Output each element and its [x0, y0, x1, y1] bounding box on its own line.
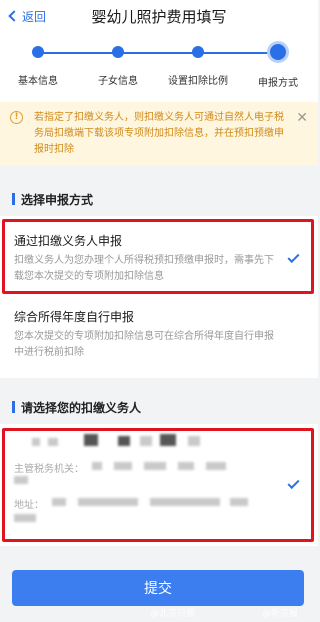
step-label: 申报方式 [258, 78, 298, 89]
section-heading-text: 选择申报方式 [21, 192, 94, 207]
progress-stepper: 基本信息 子女信息 设置扣除比例 申报方式 [0, 32, 318, 102]
step-dot-active [270, 44, 286, 60]
option-annual-self-filing[interactable]: 综合所得年度自行申报 您本次提交的专项附加扣除信息可在综合所得年度自行申报中进行… [14, 308, 278, 361]
watermark-text: @新京报 [262, 609, 299, 619]
step-filing-method: 申报方式 [238, 44, 318, 89]
section-heading-method: 选择申报方式 [0, 184, 318, 214]
submit-button[interactable]: 提交 [12, 570, 304, 606]
step-dot [112, 46, 124, 58]
section-heading-text: 请选择您的扣缴义务人 [21, 400, 142, 415]
heading-accent-bar [12, 193, 15, 205]
step-label: 设置扣除比例 [168, 76, 228, 87]
heading-accent-bar [12, 401, 15, 413]
highlight-box-method [2, 219, 314, 294]
step-dot [32, 46, 44, 58]
notice-text: 若指定了扣缴义务人，则扣缴义务人可通过自然人电子税务局扣缴端下载该项专项附加扣除… [34, 112, 284, 155]
step-deduction-ratio: 设置扣除比例 [158, 46, 238, 87]
page-title: 婴幼儿照护费用填写 [91, 8, 227, 26]
highlight-box-agent [2, 428, 314, 542]
watermark-text: @北京日报 [150, 609, 196, 619]
step-dot [192, 46, 204, 58]
close-icon[interactable]: ✕ [296, 110, 308, 126]
notice-banner: ! 若指定了扣缴义务人，则扣缴义务人可通过自然人电子税务局扣缴端下载该项专项附加… [0, 102, 318, 166]
step-child-info: 子女信息 [78, 46, 158, 87]
option-description: 您本次提交的专项附加扣除信息可在综合所得年度自行申报中进行税前扣除 [14, 331, 274, 358]
info-icon: ! [10, 111, 23, 124]
step-basic-info: 基本信息 [0, 46, 78, 87]
step-label: 子女信息 [98, 76, 138, 87]
header-bar: 返回 婴幼儿照护费用填写 [0, 0, 318, 32]
section-heading-agent: 请选择您的扣缴义务人 [0, 392, 318, 422]
option-title: 综合所得年度自行申报 [14, 310, 135, 324]
step-label: 基本信息 [18, 76, 58, 87]
